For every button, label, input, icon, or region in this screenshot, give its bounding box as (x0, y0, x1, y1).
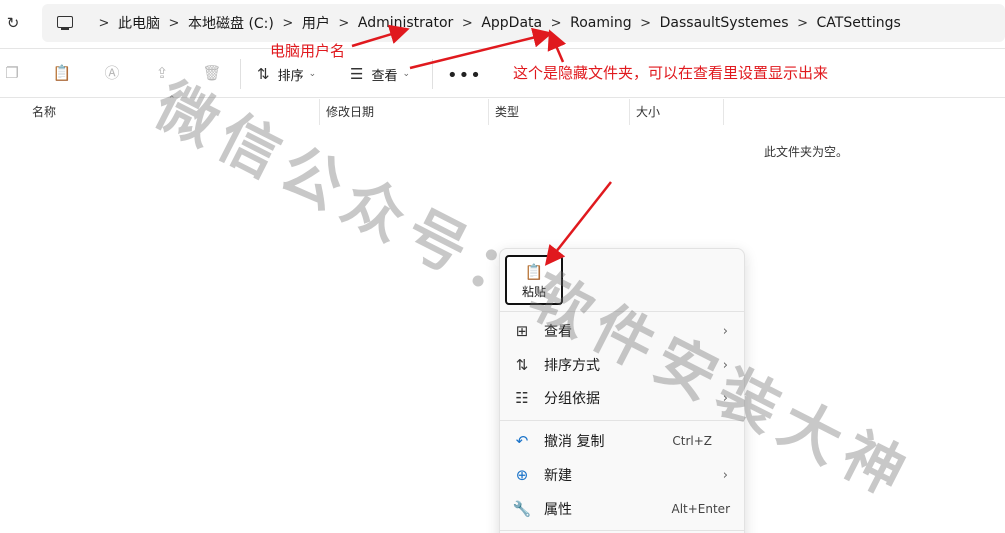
breadcrumb-item-local-disk[interactable]: 本地磁盘 (C:) (188, 13, 274, 33)
menu-item-new[interactable]: ⊕ 新建 › (500, 459, 744, 491)
shortcut-label: Ctrl+Z (672, 434, 712, 448)
copy-icon[interactable]: ❐ (2, 63, 22, 83)
toolbar-divider (432, 59, 433, 89)
paste-icon: 📋 (524, 263, 544, 281)
share-icon[interactable]: ⇪ (152, 63, 172, 83)
chevron-down-icon: ⌄ (402, 69, 411, 79)
chevron-right-icon: › (722, 467, 728, 483)
delete-icon[interactable]: 🗑 (202, 63, 222, 83)
sort-label: 排序 (277, 68, 304, 84)
column-headers: ⌃ 名称 修改日期 类型 大小 (0, 95, 1005, 125)
menu-item-properties[interactable]: 🔧 属性 Alt+Enter (500, 493, 744, 525)
group-icon: ☷ (515, 389, 529, 407)
column-header-size[interactable]: 大小 (630, 99, 724, 125)
chevron-right-icon: › (722, 390, 728, 406)
computer-icon[interactable] (56, 14, 74, 32)
menu-item-label: 排序方式 (544, 358, 600, 374)
rename-icon[interactable]: Ⓐ (102, 63, 122, 83)
menu-item-label: 分组依据 (544, 391, 600, 407)
breadcrumb[interactable]: > 此电脑 > 本地磁盘 (C:) > 用户 > Administrator >… (42, 4, 1005, 42)
breadcrumb-item-appdata[interactable]: AppData (481, 15, 542, 31)
command-bar: ❐ 📋 Ⓐ ⇪ 🗑 ⇅ 排序 ⌄ ☰ 查看 ⌄ ••• (0, 48, 1005, 98)
chevron-right-icon[interactable]: > (542, 16, 570, 31)
sort-icon: ⇅ (515, 356, 529, 374)
undo-icon: ↶ (515, 432, 529, 450)
sort-icon: ⇅ (257, 65, 270, 83)
breadcrumb-item-users[interactable]: 用户 (302, 13, 330, 33)
chevron-right-icon[interactable]: > (90, 16, 118, 31)
menu-divider (500, 530, 744, 531)
breadcrumb-item-this-pc[interactable]: 此电脑 (118, 13, 160, 33)
context-menu: 📋 粘贴 ⊞ 查看 › ⇅ 排序方式 › ☷ 分组依据 › ↶ 撤消 复制 Ct… (499, 248, 745, 533)
menu-item-label: 属性 (544, 502, 572, 518)
view-label: 查看 (371, 68, 398, 84)
grid-icon: ⊞ (515, 322, 529, 340)
breadcrumb-item-dassaultsystemes[interactable]: DassaultSystemes (660, 15, 789, 31)
menu-item-label: 新建 (544, 468, 572, 484)
column-header-name[interactable]: 名称 (26, 99, 320, 125)
chevron-right-icon[interactable]: > (330, 16, 358, 31)
chevron-down-icon: ⌄ (308, 69, 317, 79)
annotation-user-name: 电脑用户名 (270, 42, 346, 60)
paste-label: 粘贴 (521, 285, 546, 299)
annotation-hidden-folder: 这个是隐藏文件夹，可以在查看里设置显示出来 (513, 64, 829, 82)
menu-divider (500, 311, 744, 312)
chevron-right-icon[interactable]: > (453, 16, 481, 31)
menu-item-label: 撤消 复制 (544, 434, 605, 450)
shortcut-label: Alt+Enter (671, 502, 730, 516)
column-header-modified[interactable]: 修改日期 (320, 99, 489, 125)
breadcrumb-item-roaming[interactable]: Roaming (570, 15, 632, 31)
menu-item-view[interactable]: ⊞ 查看 › (500, 315, 744, 347)
column-header-type[interactable]: 类型 (489, 99, 630, 125)
toolbar-divider (240, 59, 241, 89)
sort-button[interactable]: ⇅ 排序 ⌄ (257, 63, 316, 85)
chevron-right-icon[interactable]: > (274, 16, 302, 31)
view-button[interactable]: ☰ 查看 ⌄ (350, 63, 410, 85)
wrench-icon: 🔧 (512, 500, 532, 518)
menu-item-label: 查看 (544, 324, 572, 340)
menu-item-sort-by[interactable]: ⇅ 排序方式 › (500, 349, 744, 381)
address-bar: ↻ > 此电脑 > 本地磁盘 (C:) > 用户 > Administrator… (0, 0, 1005, 47)
chevron-right-icon[interactable]: > (789, 16, 817, 31)
more-options-button[interactable]: ••• (447, 65, 482, 86)
chevron-right-icon[interactable]: > (632, 16, 660, 31)
chevron-right-icon[interactable]: > (160, 16, 188, 31)
chevron-right-icon: › (722, 323, 728, 339)
menu-item-undo-copy[interactable]: ↶ 撤消 复制 Ctrl+Z (500, 425, 744, 457)
breadcrumb-item-administrator[interactable]: Administrator (358, 15, 453, 31)
empty-folder-message: 此文件夹为空。 (764, 145, 849, 159)
chevron-right-icon: › (722, 357, 728, 373)
paste-icon[interactable]: 📋 (52, 63, 72, 83)
menu-item-group-by[interactable]: ☷ 分组依据 › (500, 382, 744, 414)
new-icon: ⊕ (515, 466, 529, 484)
menu-divider (500, 420, 744, 421)
paste-button[interactable]: 📋 粘贴 (505, 255, 563, 305)
refresh-icon[interactable]: ↻ (4, 12, 22, 34)
breadcrumb-item-catsettings[interactable]: CATSettings (817, 15, 901, 31)
view-list-icon: ☰ (350, 65, 364, 83)
